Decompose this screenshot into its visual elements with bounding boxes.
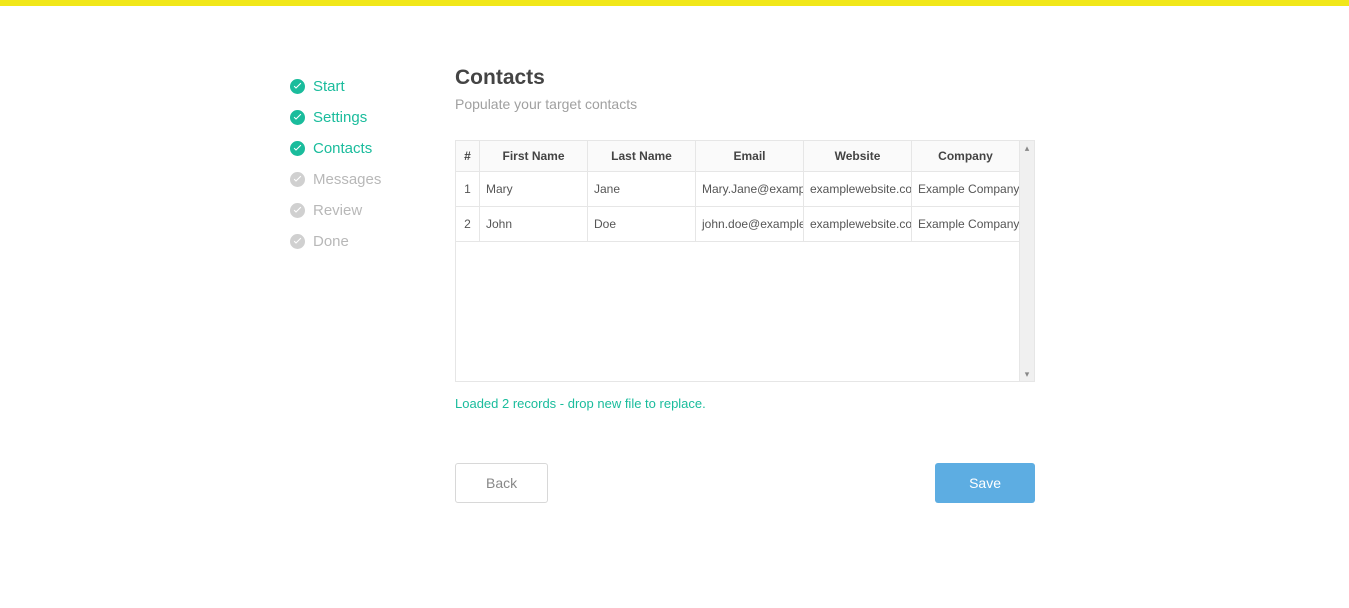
- step-contacts[interactable]: Contacts: [290, 133, 455, 164]
- main-panel: Contacts Populate your target contacts #…: [455, 66, 1035, 503]
- check-icon: [290, 234, 305, 249]
- header-email: Email: [696, 141, 804, 172]
- contacts-table: # First Name Last Name Email Website Com…: [455, 140, 1020, 382]
- step-label: Start: [313, 78, 345, 95]
- check-icon: [290, 141, 305, 156]
- header-company: Company: [912, 141, 1020, 172]
- check-icon: [290, 172, 305, 187]
- scroll-up-icon[interactable]: ▴: [1025, 143, 1030, 153]
- step-done[interactable]: Done: [290, 226, 455, 257]
- status-text: Loaded 2 records - drop new file to repl…: [455, 396, 1035, 411]
- step-review[interactable]: Review: [290, 195, 455, 226]
- cell-website[interactable]: examplewebsite.com: [804, 207, 912, 242]
- action-buttons: Back Save: [455, 463, 1035, 503]
- step-label: Done: [313, 233, 349, 250]
- check-icon: [290, 203, 305, 218]
- header-first-name: First Name: [480, 141, 588, 172]
- cell-num[interactable]: 1: [456, 172, 480, 207]
- wizard-steps: Start Settings Contacts Messages Review …: [290, 66, 455, 503]
- contacts-table-wrapper: # First Name Last Name Email Website Com…: [455, 140, 1035, 382]
- step-label: Contacts: [313, 140, 372, 157]
- table-row[interactable]: 2 John Doe john.doe@examplemail.com exam…: [456, 207, 1020, 242]
- back-button[interactable]: Back: [455, 463, 548, 503]
- header-last-name: Last Name: [588, 141, 696, 172]
- step-label: Messages: [313, 171, 381, 188]
- page-title: Contacts: [455, 66, 1035, 90]
- table-scrollbar[interactable]: ▴ ▾: [1020, 140, 1035, 382]
- table-header-row: # First Name Last Name Email Website Com…: [456, 141, 1020, 172]
- check-icon: [290, 110, 305, 125]
- header-num: #: [456, 141, 480, 172]
- page-subtitle: Populate your target contacts: [455, 96, 1035, 112]
- step-label: Review: [313, 202, 362, 219]
- save-button[interactable]: Save: [935, 463, 1035, 503]
- cell-company[interactable]: Example Company: [912, 207, 1020, 242]
- cell-email[interactable]: Mary.Jane@examplemail.com: [696, 172, 804, 207]
- check-icon: [290, 79, 305, 94]
- step-messages[interactable]: Messages: [290, 164, 455, 195]
- table-empty-area[interactable]: [456, 242, 1020, 382]
- step-label: Settings: [313, 109, 367, 126]
- cell-first-name[interactable]: John: [480, 207, 588, 242]
- step-start[interactable]: Start: [290, 71, 455, 102]
- cell-last-name[interactable]: Jane: [588, 172, 696, 207]
- table-row[interactable]: 1 Mary Jane Mary.Jane@examplemail.com ex…: [456, 172, 1020, 207]
- cell-first-name[interactable]: Mary: [480, 172, 588, 207]
- cell-website[interactable]: examplewebsite.com: [804, 172, 912, 207]
- cell-company[interactable]: Example Company: [912, 172, 1020, 207]
- cell-email[interactable]: john.doe@examplemail.com: [696, 207, 804, 242]
- page-container: Start Settings Contacts Messages Review …: [0, 6, 1349, 503]
- cell-last-name[interactable]: Doe: [588, 207, 696, 242]
- cell-num[interactable]: 2: [456, 207, 480, 242]
- header-website: Website: [804, 141, 912, 172]
- scroll-down-icon[interactable]: ▾: [1025, 369, 1030, 379]
- step-settings[interactable]: Settings: [290, 102, 455, 133]
